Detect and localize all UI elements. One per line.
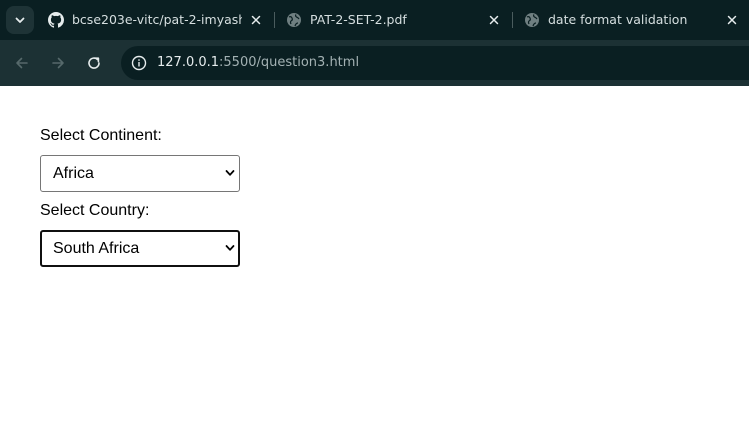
- close-icon: [727, 15, 737, 25]
- address-bar[interactable]: 127.0.0.1:5500/question3.html: [121, 46, 749, 80]
- url-text: 127.0.0.1:5500/question3.html: [157, 55, 359, 71]
- tab-close-button[interactable]: [486, 12, 502, 28]
- globe-icon: [287, 13, 301, 27]
- close-icon: [489, 15, 499, 25]
- url-path: :5500/question3.html: [219, 55, 360, 70]
- continent-label: Select Continent:: [40, 127, 162, 144]
- chevron-down-icon: [225, 170, 235, 176]
- back-button[interactable]: [10, 51, 34, 75]
- info-icon: [131, 55, 147, 71]
- tab-pdf[interactable]: PAT-2-SET-2.pdf: [286, 0, 508, 40]
- github-icon: [48, 12, 64, 28]
- tab-close-button[interactable]: [248, 12, 264, 28]
- reload-button[interactable]: [82, 51, 106, 75]
- tab-close-button[interactable]: [724, 12, 740, 28]
- page-content: Select Continent: Africa Select Country:…: [0, 86, 749, 421]
- tab-search-button[interactable]: [6, 6, 34, 34]
- country-select-value: South Africa: [53, 240, 140, 257]
- chevron-down-icon: [225, 245, 235, 251]
- url-host: 127.0.0.1: [157, 55, 220, 70]
- tab-divider: [512, 12, 513, 28]
- forward-button[interactable]: [46, 51, 70, 75]
- browser-toolbar: 127.0.0.1:5500/question3.html: [0, 40, 749, 86]
- country-select[interactable]: South Africa: [40, 230, 240, 267]
- tab-title: PAT-2-SET-2.pdf: [310, 12, 407, 27]
- arrow-left-icon: [16, 57, 28, 69]
- continent-select-value: Africa: [53, 165, 94, 182]
- arrow-right-icon: [52, 57, 64, 69]
- globe-icon: [525, 13, 539, 27]
- tab-date-format[interactable]: date format validation: [524, 0, 746, 40]
- tab-github[interactable]: bcse203e-vitc/pat-2-imyashwanth: [48, 0, 270, 40]
- chevron-down-icon: [15, 17, 25, 23]
- tab-divider: [274, 12, 275, 28]
- tab-title: date format validation: [548, 12, 688, 27]
- tab-strip: bcse203e-vitc/pat-2-imyashwanth PAT-2-SE…: [0, 0, 749, 40]
- close-icon: [251, 15, 261, 25]
- tab-title: bcse203e-vitc/pat-2-imyashwanth: [72, 12, 242, 27]
- continent-select[interactable]: Africa: [40, 155, 240, 192]
- reload-icon: [88, 57, 100, 69]
- country-label: Select Country:: [40, 202, 150, 219]
- site-info-button[interactable]: [127, 51, 151, 75]
